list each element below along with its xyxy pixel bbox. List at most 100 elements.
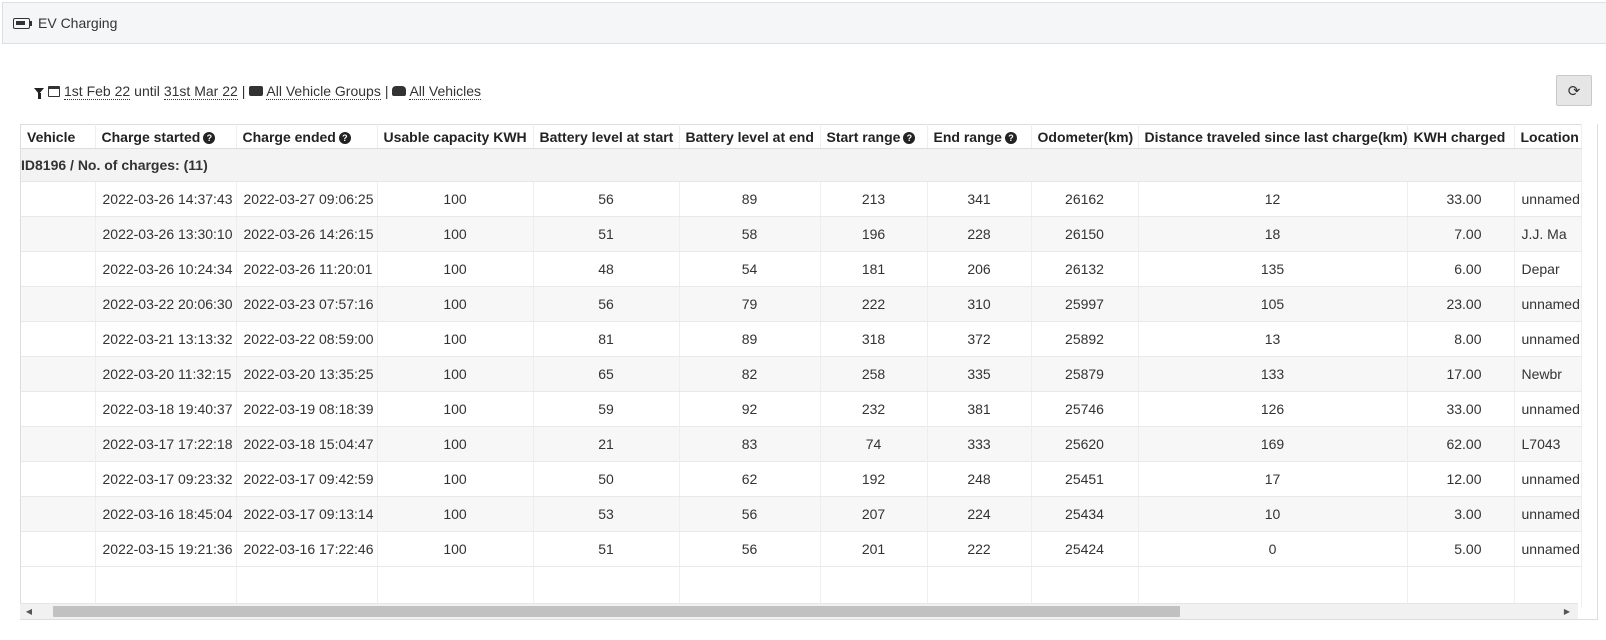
column-header-end-range[interactable]: End range? [927, 124, 1032, 149]
table-row[interactable]: 2022-03-17 09:23:32 2022-03-17 09:42:59 10… [21, 461, 1582, 497]
empty-cell [1407, 566, 1515, 607]
column-header-label: Location [1520, 128, 1579, 145]
cell-charge-started: 2022-03-17 17:22:18 [95, 426, 237, 462]
cell-kwh-charged: 17.00 [1407, 356, 1515, 392]
column-header-odometer[interactable]: Odometer(km) [1031, 124, 1139, 149]
column-header-battery-end[interactable]: Battery level at end [679, 124, 821, 149]
cell-charge-ended: 2022-03-20 13:35:25 [236, 356, 378, 392]
help-icon[interactable]: ? [903, 131, 916, 144]
cell-kwh-charged: 33.00 [1407, 181, 1515, 217]
cell-odometer: 25879 [1031, 356, 1139, 392]
group-label: ID8196 / No. of charges: (11) [21, 148, 1582, 182]
cell-vehicle [21, 391, 96, 427]
cell-usable-capacity: 100 [377, 496, 534, 532]
cell-battery-end: 62 [679, 461, 821, 497]
cell-charge-ended: 2022-03-18 15:04:47 [236, 426, 378, 462]
cell-battery-end: 89 [679, 181, 821, 217]
column-header-location[interactable]: Location [1514, 124, 1582, 149]
cell-start-range: 213 [820, 181, 928, 217]
cell-odometer: 26162 [1031, 181, 1139, 217]
cell-charge-started: 2022-03-26 14:37:43 [95, 181, 237, 217]
refresh-button[interactable]: ⟳ [1556, 75, 1592, 106]
cell-location: unnamed [1514, 181, 1582, 217]
horizontal-scrollbar[interactable]: ◀ ▶ [20, 603, 1578, 619]
column-header-vehicle[interactable]: Vehicle [21, 124, 96, 149]
date-from-link[interactable]: 1st Feb 22 [64, 83, 131, 100]
table-row[interactable]: 2022-03-26 14:37:43 2022-03-27 09:06:25 10… [21, 181, 1582, 217]
column-header-start-range[interactable]: Start range? [820, 124, 928, 149]
help-icon[interactable]: ? [203, 131, 216, 144]
empty-cell [533, 566, 680, 607]
cell-battery-end: 89 [679, 321, 821, 357]
cell-odometer: 25892 [1031, 321, 1139, 357]
scroll-right-icon[interactable]: ▶ [1562, 607, 1572, 617]
cell-battery-start: 59 [533, 391, 680, 427]
cell-charge-started: 2022-03-20 11:32:15 [95, 356, 237, 392]
cell-start-range: 181 [820, 251, 928, 287]
cell-start-range: 222 [820, 286, 928, 322]
table-row[interactable]: 2022-03-17 17:22:18 2022-03-18 15:04:47 10… [21, 426, 1582, 462]
cell-charge-ended: 2022-03-26 11:20:01 [236, 251, 378, 287]
cell-vehicle [21, 496, 96, 532]
table-row[interactable]: 2022-03-21 13:13:32 2022-03-22 08:59:00 10… [21, 321, 1582, 357]
vehicle-groups-link[interactable]: All Vehicle Groups [266, 83, 381, 100]
help-icon[interactable]: ? [1004, 131, 1017, 144]
cell-usable-capacity: 100 [377, 391, 534, 427]
cell-odometer: 25997 [1031, 286, 1139, 322]
cell-battery-end: 83 [679, 426, 821, 462]
vehicles-link[interactable]: All Vehicles [409, 83, 482, 100]
cell-end-range: 381 [927, 391, 1032, 427]
cell-usable-capacity: 100 [377, 426, 534, 462]
table-row[interactable]: 2022-03-22 20:06:30 2022-03-23 07:57:16 10… [21, 286, 1582, 322]
help-icon[interactable]: ? [338, 131, 351, 144]
cell-start-range: 258 [820, 356, 928, 392]
column-header-label: Start range [826, 128, 901, 145]
cell-kwh-charged: 5.00 [1407, 531, 1515, 567]
cell-end-range: 310 [927, 286, 1032, 322]
table-row[interactable]: 2022-03-20 11:32:15 2022-03-20 13:35:25 10… [21, 356, 1582, 392]
charging-table-container[interactable]: Vehicle Charge started? Charge ended? Usabl… [20, 124, 1598, 620]
column-header-battery-start[interactable]: Battery level at start [533, 124, 680, 149]
column-header-label: Usable capacity KWH [383, 128, 527, 145]
cell-vehicle [21, 426, 96, 462]
scroll-left-icon[interactable]: ◀ [24, 607, 34, 617]
cell-end-range: 228 [927, 216, 1032, 252]
cell-usable-capacity: 100 [377, 461, 534, 497]
scrollbar-thumb[interactable] [53, 606, 1180, 617]
cell-location: unnamed [1514, 391, 1582, 427]
cell-battery-start: 51 [533, 531, 680, 567]
empty-cell [1138, 566, 1408, 607]
cell-usable-capacity: 100 [377, 216, 534, 252]
table-row[interactable]: 2022-03-18 19:40:37 2022-03-19 08:18:39 10… [21, 391, 1582, 427]
column-header-kwh-charged[interactable]: KWH charged [1407, 124, 1515, 149]
cell-distance: 135 [1138, 251, 1408, 287]
column-header-charge-started[interactable]: Charge started? [95, 124, 237, 149]
date-to-link[interactable]: 31st Mar 22 [163, 83, 238, 100]
empty-cell [377, 566, 534, 607]
cell-charge-ended: 2022-03-19 08:18:39 [236, 391, 378, 427]
table-row[interactable]: 2022-03-26 13:30:10 2022-03-26 14:26:15 10… [21, 216, 1582, 252]
table-row[interactable]: 2022-03-26 10:24:34 2022-03-26 11:20:01 10… [21, 251, 1582, 287]
cell-vehicle [21, 356, 96, 392]
cell-end-range: 341 [927, 181, 1032, 217]
car-icon [392, 86, 407, 96]
cell-end-range: 333 [927, 426, 1032, 462]
column-header-charge-ended[interactable]: Charge ended? [236, 124, 378, 149]
cell-location: unnamed [1514, 496, 1582, 532]
column-header-label: Charge ended [242, 128, 336, 145]
column-header-distance[interactable]: Distance traveled since last charge(km) [1138, 124, 1408, 149]
empty-cell [1031, 566, 1139, 607]
cell-location: Newbr [1514, 356, 1582, 392]
battery-icon [13, 17, 33, 29]
cell-end-range: 372 [927, 321, 1032, 357]
table-row[interactable]: 2022-03-16 18:45:04 2022-03-17 09:13:14 10… [21, 496, 1582, 532]
cell-end-range: 222 [927, 531, 1032, 567]
column-header-usable-capacity[interactable]: Usable capacity KWH [377, 124, 534, 149]
cell-charge-started: 2022-03-21 13:13:32 [95, 321, 237, 357]
empty-cell [820, 566, 928, 607]
cell-battery-end: 82 [679, 356, 821, 392]
calendar-icon [48, 85, 60, 97]
table-row[interactable]: 2022-03-15 19:21:36 2022-03-16 17:22:46 10… [21, 531, 1582, 567]
cell-start-range: 207 [820, 496, 928, 532]
column-header-label: Battery level at start [539, 128, 674, 145]
